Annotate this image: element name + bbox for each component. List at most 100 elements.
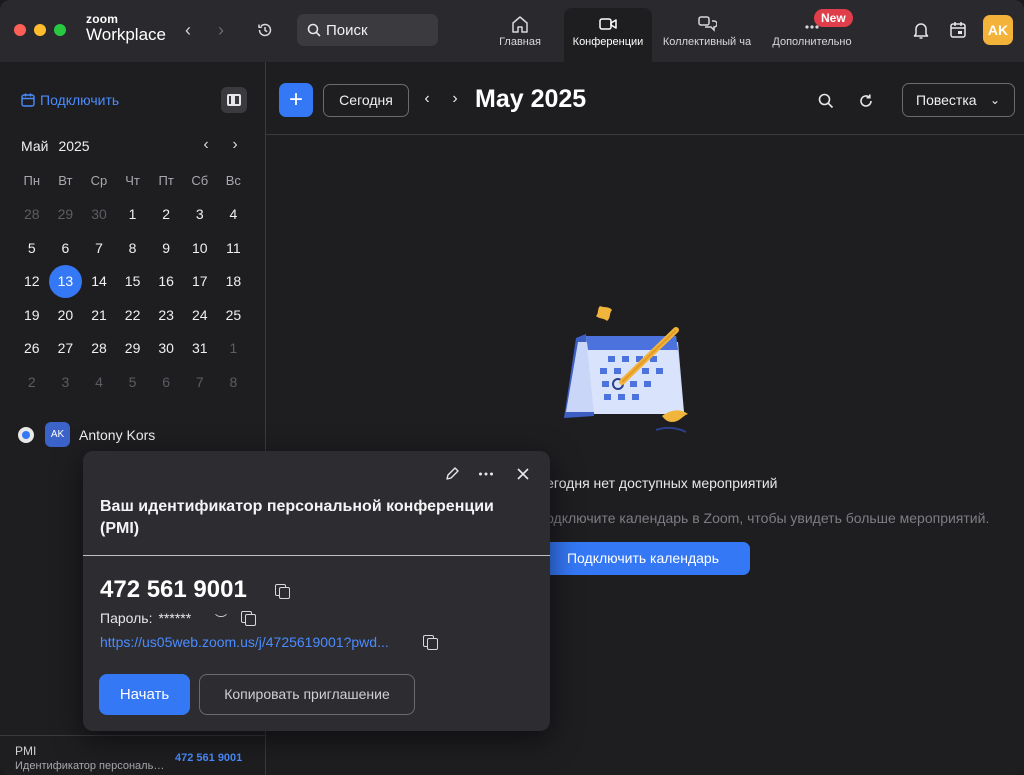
calendar-day[interactable]: 24 [183, 307, 217, 323]
calendar-day[interactable]: 16 [149, 273, 183, 289]
next-month-icon[interactable]: › [227, 136, 243, 154]
refresh-icon[interactable] [857, 92, 875, 110]
calendar-day[interactable]: 29 [49, 206, 83, 222]
account-radio[interactable] [18, 426, 34, 443]
calendar-day[interactable]: 19 [15, 307, 49, 323]
calendar-day[interactable]: 7 [82, 240, 116, 256]
calendar-day[interactable]: 11 [217, 240, 251, 256]
schedule-meeting-button[interactable]: + [279, 83, 313, 117]
meeting-invite-link[interactable]: https://us05web.zoom.us/j/4725619001?pwd… [100, 634, 416, 650]
prev-month-icon[interactable]: ‹ [198, 136, 214, 154]
tab-team-chat[interactable]: Коллективный ча [658, 8, 756, 62]
calendar-day[interactable]: 4 [217, 206, 251, 222]
close-window-button[interactable] [14, 24, 26, 36]
toggle-sidebar-button[interactable] [221, 87, 247, 113]
tab-meetings-label: Конференции [572, 36, 644, 48]
pmi-footer[interactable]: PMI Идентификатор персональной конференц… [0, 735, 265, 775]
account-name: Antony Kors [79, 426, 156, 443]
calendar-day[interactable]: 18 [217, 273, 251, 289]
calendar-day[interactable]: 1 [217, 340, 251, 356]
logo-zoom-text: zoom [86, 12, 119, 26]
calendar-day[interactable]: 2 [149, 206, 183, 222]
calendar-day[interactable]: 28 [82, 340, 116, 356]
calendar-day-number: 16 [158, 273, 174, 290]
calendar-day[interactable]: 8 [217, 374, 251, 390]
minimize-window-button[interactable] [34, 24, 46, 36]
show-password-icon[interactable]: ︶ [215, 611, 227, 628]
sidebar-panel-icon [227, 94, 241, 106]
calendar-day[interactable]: 12 [15, 273, 49, 289]
calendar-day[interactable]: 9 [149, 240, 183, 256]
weekday-label: Сб [191, 173, 209, 189]
calendar-account-row[interactable]: AK Antony Kors [18, 422, 155, 447]
forward-arrow-icon[interactable]: › [211, 20, 231, 40]
calendar-day[interactable]: 13 [48, 264, 83, 298]
calendar-day-number: 1 [229, 340, 238, 357]
start-meeting-button[interactable]: Начать [99, 674, 190, 715]
calendar-day[interactable]: 1 [116, 206, 150, 222]
calendar-day[interactable]: 30 [149, 340, 183, 356]
calendar-day[interactable]: 6 [49, 240, 83, 256]
calendar-icon[interactable] [948, 20, 968, 40]
search-box[interactable]: Поиск [297, 14, 438, 46]
calendar-week-row: 5 6 7 8 9 10 11 [15, 231, 251, 265]
zoom-window-button[interactable] [54, 24, 66, 36]
pmi-password: Пароль: ****** [100, 610, 191, 626]
calendar-day-number: 5 [27, 239, 36, 256]
edit-pencil-icon[interactable] [443, 465, 461, 483]
calendar-day[interactable]: 30 [82, 206, 116, 222]
calendar-day[interactable]: 3 [49, 374, 83, 390]
close-icon[interactable] [514, 465, 532, 483]
chevron-down-icon: ⌄ [989, 93, 1000, 107]
view-selector[interactable]: Повестка ⌄ [902, 83, 1015, 117]
copy-invitation-button[interactable]: Копировать приглашение [199, 674, 415, 715]
prev-period-icon[interactable]: ‹ [419, 90, 435, 108]
search-icon[interactable] [817, 92, 835, 110]
calendar-day-number: 21 [91, 306, 107, 323]
next-period-icon[interactable]: › [447, 90, 463, 108]
copy-password-icon[interactable] [241, 611, 256, 626]
calendar-day[interactable]: 7 [183, 374, 217, 390]
calendar-day[interactable]: 6 [149, 374, 183, 390]
calendar-day[interactable]: 14 [82, 273, 116, 289]
calendar-day[interactable]: 8 [116, 240, 150, 256]
bell-icon[interactable] [911, 20, 931, 40]
calendar-day[interactable]: 22 [116, 307, 150, 323]
connect-calendar-button[interactable]: Подключить календарь [536, 542, 750, 575]
calendar-day-number: 4 [229, 206, 238, 223]
calendar-day[interactable]: 17 [183, 273, 217, 289]
more-options-icon[interactable] [477, 465, 495, 483]
calendar-day[interactable]: 26 [15, 340, 49, 356]
copy-link-icon[interactable] [423, 635, 438, 650]
calendar-day[interactable]: 29 [116, 340, 150, 356]
calendar-day[interactable]: 25 [217, 307, 251, 323]
calendar-day[interactable]: 5 [116, 374, 150, 390]
calendar-day[interactable]: 10 [183, 240, 217, 256]
calendar-day-number: 4 [95, 373, 103, 390]
tab-home[interactable]: Главная [488, 8, 552, 62]
calendar-week-row: 19 20 21 22 23 24 25 [15, 298, 251, 332]
history-icon[interactable] [256, 21, 274, 39]
today-button[interactable]: Сегодня [323, 84, 409, 117]
weekday-label: Пн [23, 173, 41, 189]
calendar-day[interactable]: 21 [82, 307, 116, 323]
tab-meetings[interactable]: Конференции [564, 8, 652, 62]
calendar-day[interactable]: 15 [116, 273, 150, 289]
calendar-day[interactable]: 5 [15, 240, 49, 256]
user-avatar[interactable]: AK [983, 15, 1013, 45]
calendar-day[interactable]: 23 [149, 307, 183, 323]
calendar-day[interactable]: 2 [15, 374, 49, 390]
calendar-day[interactable]: 20 [49, 307, 83, 323]
calendar-day[interactable]: 31 [183, 340, 217, 356]
calendar-day[interactable]: 4 [82, 374, 116, 390]
calendar-day[interactable]: 27 [49, 340, 83, 356]
back-arrow-icon[interactable]: ‹ [178, 20, 198, 40]
calendar-day-number: 13 [48, 264, 82, 298]
calendar-day[interactable]: 3 [183, 206, 217, 222]
pmi-footer-number[interactable]: 472 561 9001 [175, 752, 242, 764]
connect-calendar-link[interactable]: Подключить [20, 92, 119, 108]
calendar-day[interactable]: 28 [15, 206, 49, 222]
copy-id-icon[interactable] [275, 584, 290, 599]
new-badge: New [814, 9, 853, 27]
calendar-day-number: 15 [124, 273, 141, 290]
